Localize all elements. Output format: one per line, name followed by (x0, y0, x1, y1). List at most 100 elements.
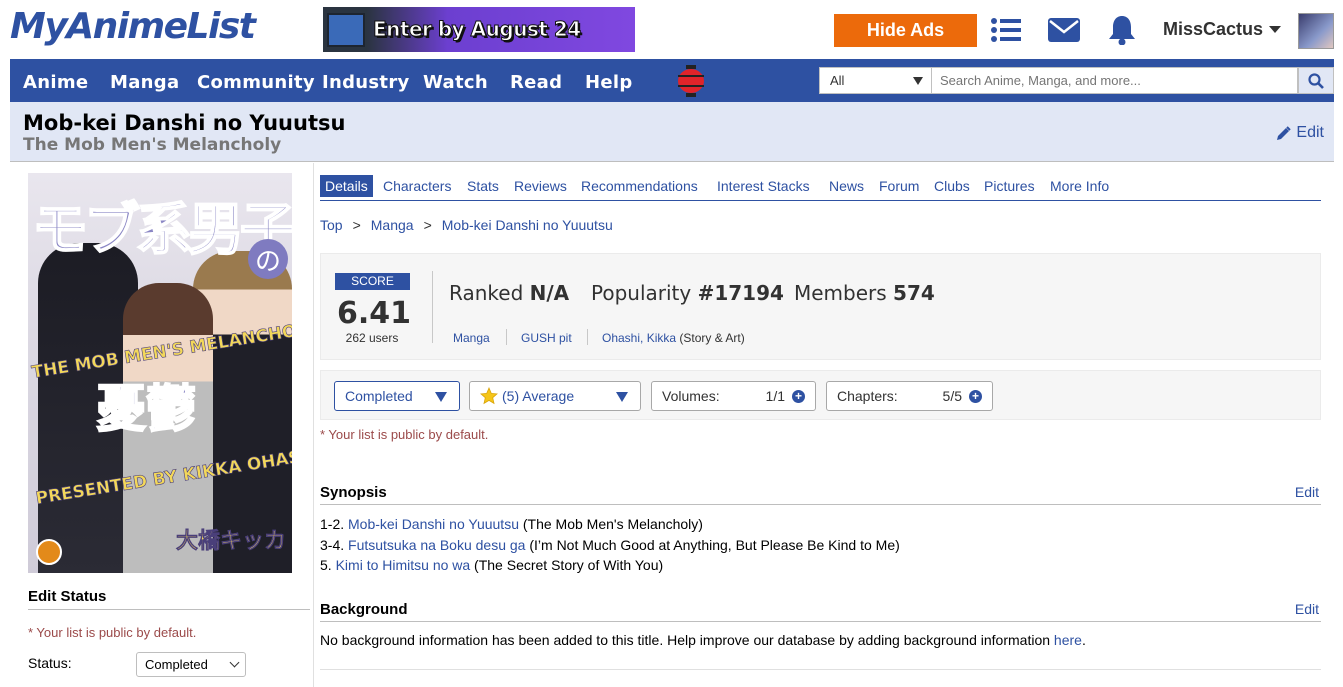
chevron-down-icon (229, 657, 240, 668)
members-stat: Members 574 (794, 281, 935, 305)
nav-read[interactable]: Read (510, 72, 562, 93)
volumes-value: 1/1 (765, 388, 785, 404)
publisher-logo (36, 539, 62, 565)
status-select[interactable]: Completed (136, 652, 246, 677)
page-title: Mob-kei Danshi no Yuuutsu (23, 111, 346, 135)
rating-value: (5) Average (502, 388, 575, 404)
main-nav: Anime Manga Community Industry Watch Rea… (10, 59, 1334, 102)
lantern-icon[interactable] (677, 65, 705, 97)
cover-image[interactable]: モブ系男子 の THE MOB MEN'S MELANCHOLY 憂鬱 PRES… (28, 173, 292, 573)
status-label: Status: (28, 655, 72, 671)
dropdown-arrow-icon (435, 392, 447, 402)
synopsis-heading: Synopsis Edit (320, 484, 1321, 505)
list-icon[interactable] (990, 14, 1022, 46)
members-value: 574 (893, 281, 935, 305)
dropdown-arrow-icon (913, 77, 923, 85)
ranked-stat: Ranked N/A (449, 281, 569, 305)
breadcrumb-separator: > (352, 217, 361, 233)
tab-recommendations[interactable]: Recommendations (581, 178, 698, 194)
breadcrumb-manga[interactable]: Manga (371, 217, 414, 233)
background-text: No background information has been added… (320, 632, 1086, 648)
divider (506, 329, 507, 345)
tab-reviews[interactable]: Reviews (514, 178, 567, 194)
edit-background-link[interactable]: Edit (1295, 601, 1319, 617)
synopsis-link[interactable]: Mob-kei Danshi no Yuuutsu (348, 516, 519, 532)
title-bar: Mob-kei Danshi no Yuuutsu The Mob Men's … (10, 102, 1334, 162)
popularity-value: #17194 (697, 281, 784, 305)
star-icon (480, 387, 498, 405)
search-input[interactable] (932, 67, 1298, 94)
synopsis-suffix: (The Secret Story of With You) (470, 557, 664, 573)
volumes-label: Volumes: (662, 388, 720, 404)
banner-thumbnail (327, 13, 365, 47)
mail-icon[interactable] (1048, 14, 1080, 46)
nav-anime[interactable]: Anime (23, 72, 88, 93)
synopsis-prefix: 5. (320, 557, 336, 573)
cover-title-jp-2: 憂鬱 (95, 379, 197, 439)
tab-clubs[interactable]: Clubs (934, 178, 970, 194)
tab-pictures[interactable]: Pictures (984, 178, 1035, 194)
breadcrumb-separator: > (423, 217, 432, 233)
tab-stats[interactable]: Stats (467, 178, 499, 194)
popularity-label: Popularity (591, 281, 692, 305)
pencil-icon (1277, 125, 1292, 140)
magazine-link[interactable]: GUSH pit (521, 331, 572, 345)
hide-ads-button[interactable]: Hide Ads (834, 14, 977, 47)
synopsis-link[interactable]: Kimi to Himitsu no wa (336, 557, 471, 573)
tab-details[interactable]: Details (320, 175, 373, 197)
background-here-link[interactable]: here (1054, 632, 1082, 648)
divider (320, 669, 1321, 670)
cover-author-jp: 大橋キッカ (175, 529, 287, 555)
list-status-select[interactable]: Completed (334, 381, 460, 411)
banner-text: Enter by August 24 (373, 17, 582, 42)
search-button[interactable] (1298, 67, 1334, 94)
site-logo[interactable]: MyAnimeList (10, 6, 256, 47)
score-users: 262 users (345, 331, 399, 345)
ranked-value: N/A (529, 281, 570, 305)
rating-select[interactable]: (5) Average (469, 381, 641, 411)
synopsis-prefix: 3-4. (320, 537, 349, 553)
synopsis-link[interactable]: Futsutsuka na Boku desu ga (348, 537, 525, 553)
synopsis-line: 3-4. Futsutsuka na Boku desu ga (I’m Not… (320, 537, 900, 553)
chapters-label: Chapters: (837, 388, 898, 404)
background-title: Background (320, 601, 408, 618)
plus-icon[interactable]: + (969, 390, 982, 403)
user-menu[interactable]: MissCactus (1163, 19, 1282, 40)
background-body: No background information has been added… (320, 632, 1054, 648)
notification-bell-icon[interactable] (1106, 14, 1138, 46)
ranked-label: Ranked (449, 281, 524, 305)
tab-more-info[interactable]: More Info (1050, 178, 1109, 194)
breadcrumb-top[interactable]: Top (320, 217, 343, 233)
tab-forum[interactable]: Forum (879, 178, 919, 194)
type-link[interactable]: Manga (453, 331, 490, 345)
author-link[interactable]: Ohashi, Kikka (602, 331, 676, 345)
left-sidebar: モブ系男子 の THE MOB MEN'S MELANCHOLY 憂鬱 PRES… (10, 163, 314, 687)
public-list-note: * Your list is public by default. (28, 625, 197, 640)
chevron-down-icon (1269, 26, 1282, 33)
nav-industry[interactable]: Industry (322, 72, 410, 93)
edit-synopsis-link[interactable]: Edit (1295, 484, 1319, 500)
plus-icon[interactable]: + (792, 390, 805, 403)
cover-no-mark: の (248, 239, 288, 279)
tab-characters[interactable]: Characters (383, 178, 451, 194)
edit-title-link[interactable]: Edit (1276, 124, 1324, 142)
synopsis-suffix: (I’m Not Much Good at Anything, But Plea… (525, 537, 900, 553)
nav-manga[interactable]: Manga (110, 72, 179, 93)
search-category-select[interactable]: All (819, 67, 932, 94)
background-heading: Background Edit (320, 601, 1321, 622)
background-end: . (1081, 632, 1086, 648)
username: MissCactus (1163, 19, 1264, 39)
chapters-counter: Chapters: 5/5 + (826, 381, 993, 411)
top-header: MyAnimeList Enter by August 24 Hide Ads … (0, 0, 1343, 59)
nav-help[interactable]: Help (585, 72, 633, 93)
author-info: Ohashi, Kikka (Story & Art) (602, 331, 745, 345)
promo-banner[interactable]: Enter by August 24 (323, 7, 635, 52)
breadcrumb-title[interactable]: Mob-kei Danshi no Yuuutsu (442, 217, 613, 233)
avatar[interactable] (1298, 13, 1334, 49)
tab-news[interactable]: News (829, 178, 864, 194)
nav-watch[interactable]: Watch (423, 72, 488, 93)
nav-community[interactable]: Community (197, 72, 315, 93)
detail-tabs: Details Characters Stats Reviews Recomme… (320, 175, 1321, 201)
tab-interest-stacks[interactable]: Interest Stacks (717, 178, 810, 194)
search-bar: All (819, 67, 1334, 94)
